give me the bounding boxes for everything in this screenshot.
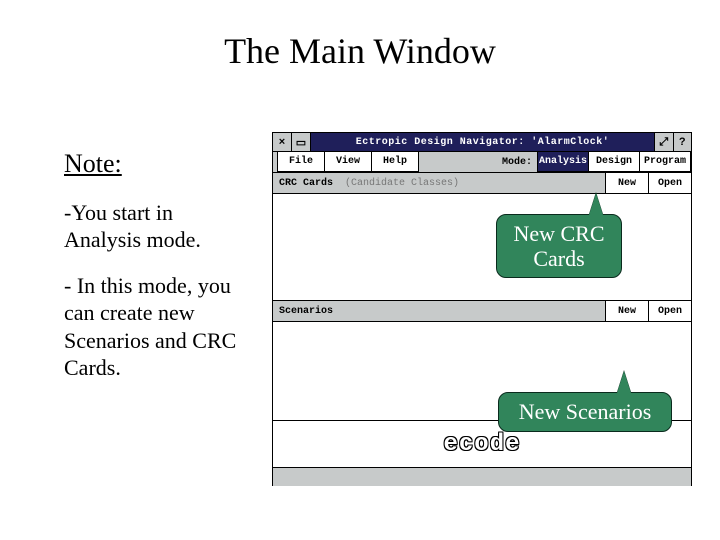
callout-new-crc-cards: New CRC Cards — [496, 214, 622, 278]
slide: The Main Window Note: -You start in Anal… — [0, 0, 720, 540]
mode-analysis-button[interactable]: Analysis — [537, 152, 589, 172]
scenarios-new-button[interactable]: New — [605, 301, 648, 321]
mode-program-button[interactable]: Program — [639, 152, 691, 172]
slide-title: The Main Window — [0, 30, 720, 72]
crc-new-button[interactable]: New — [605, 173, 648, 193]
mode-label: Mode: — [496, 152, 538, 172]
crc-section-subtitle: (Candidate Classes) — [339, 178, 465, 189]
app-window: × ▭ Ectropic Design Navigator: 'AlarmClo… — [272, 132, 692, 486]
window-titlebar: × ▭ Ectropic Design Navigator: 'AlarmClo… — [273, 133, 691, 152]
scenarios-section-title: Scenarios — [273, 306, 339, 317]
crc-open-button[interactable]: Open — [648, 173, 691, 193]
crc-section-title: CRC Cards — [273, 178, 339, 189]
close-icon[interactable]: × — [273, 133, 292, 151]
callout-pointer-icon — [617, 371, 631, 393]
callout-pointer-icon — [589, 193, 603, 215]
window-title: Ectropic Design Navigator: 'AlarmClock' — [311, 133, 654, 151]
mode-design-button[interactable]: Design — [588, 152, 640, 172]
status-bar — [273, 468, 691, 486]
callout-new-crc-cards-label: New CRC Cards — [507, 221, 611, 272]
scenarios-open-button[interactable]: Open — [648, 301, 691, 321]
note-heading: Note: — [64, 148, 254, 181]
window-menu-icon[interactable]: ▭ — [292, 133, 311, 151]
view-menu[interactable]: View — [324, 152, 372, 172]
footer-logo: ecode — [443, 431, 520, 458]
zoom-icon[interactable]: ⤢ — [655, 133, 674, 151]
crc-panel — [273, 194, 691, 301]
file-menu[interactable]: File — [277, 152, 325, 172]
callout-new-scenarios-label: New Scenarios — [519, 399, 652, 424]
help-icon[interactable]: ? — [674, 133, 692, 151]
callout-new-scenarios: New Scenarios — [498, 392, 672, 432]
note-paragraph-2: - In this mode, you can create new Scena… — [64, 272, 254, 382]
help-menu[interactable]: Help — [371, 152, 419, 172]
menubar: File View Help Mode: Analysis Design Pro… — [273, 152, 691, 173]
note-paragraph-1: -You start in Analysis mode. — [64, 199, 254, 254]
note-column: Note: -You start in Analysis mode. - In … — [64, 148, 254, 400]
scenarios-section-header: Scenarios New Open — [273, 301, 691, 322]
crc-section-header: CRC Cards (Candidate Classes) New Open — [273, 173, 691, 194]
